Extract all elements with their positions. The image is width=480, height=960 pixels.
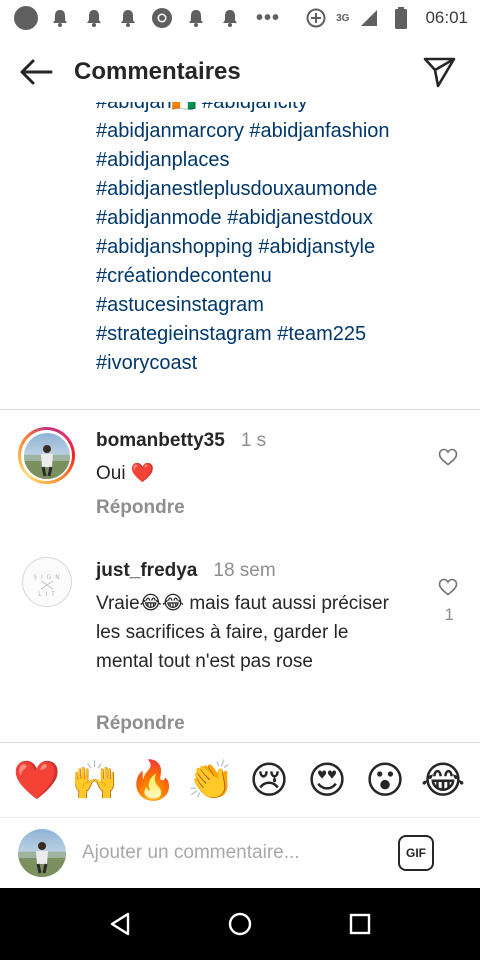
comment-composer: GIF bbox=[0, 818, 480, 888]
square-recents-icon bbox=[349, 913, 371, 935]
avatar[interactable] bbox=[18, 427, 75, 484]
hashtag-link[interactable]: #astucesinstagram bbox=[96, 294, 264, 316]
hashtag-link[interactable]: #strategieinstagram bbox=[96, 323, 272, 345]
caption-line: #abidjanestleplusdouxaumonde bbox=[96, 175, 466, 204]
like-count: 1 bbox=[444, 605, 454, 624]
caption-line: #abidjanmode #abidjanestdoux bbox=[96, 204, 466, 233]
arrow-left-icon bbox=[20, 59, 53, 85]
data-saver-icon bbox=[304, 6, 328, 30]
hashtag-link[interactable]: #abidjanmode bbox=[96, 207, 222, 229]
notification-bell-icon bbox=[218, 6, 242, 30]
page-title: Commentaires bbox=[74, 58, 241, 85]
heart-outline-icon bbox=[438, 448, 458, 466]
emoji-quick-bar: ❤️ 🙌 🔥 👏 😢 😍 😮 😂 bbox=[0, 742, 480, 818]
signal-icon bbox=[357, 6, 381, 30]
emoji-reaction-button[interactable]: ❤️ bbox=[12, 758, 62, 802]
reply-button[interactable]: Répondre bbox=[96, 713, 185, 735]
emoji-reaction-button[interactable]: 👏 bbox=[186, 758, 236, 802]
caption-line: #abidjanmarcory #abidjanfashion bbox=[96, 117, 466, 146]
hashtag-link[interactable]: #abidjanestleplusdouxaumonde bbox=[96, 178, 377, 200]
emoji-reaction-button[interactable]: 🙌 bbox=[70, 758, 120, 802]
notification-bell-icon bbox=[82, 6, 106, 30]
notification-bell-icon bbox=[184, 6, 208, 30]
avatar[interactable]: S I G N L I T bbox=[22, 557, 72, 607]
comments-list[interactable]: #abidjan🇨🇮 #abidjancity #abidjanmarcory #… bbox=[0, 102, 480, 742]
gif-button[interactable]: GIF bbox=[398, 835, 434, 871]
caption-line: #abidjanshopping #abidjanstyle bbox=[96, 233, 466, 262]
hashtag-link[interactable]: #abidjanmarcory bbox=[96, 120, 244, 142]
heart-outline-icon bbox=[438, 578, 458, 596]
notification-dot-icon bbox=[14, 6, 38, 30]
hashtag-link[interactable]: #abidjanshopping bbox=[96, 236, 253, 258]
header: Commentaires bbox=[0, 42, 480, 102]
notification-bell-icon bbox=[116, 6, 140, 30]
comment-text: Vraie😂😂 mais faut aussi préciser les sac… bbox=[96, 593, 389, 672]
network-type: 3G bbox=[336, 12, 350, 24]
hashtag-link[interactable]: #abidjanestdoux bbox=[227, 207, 373, 229]
comment-input[interactable] bbox=[82, 842, 372, 864]
like-button[interactable] bbox=[436, 575, 460, 599]
nav-recents-button[interactable] bbox=[340, 904, 380, 944]
hashtag-link[interactable]: #abidjanfashion bbox=[249, 120, 389, 142]
emoji-reaction-button[interactable]: 😢 bbox=[244, 758, 294, 802]
back-button[interactable] bbox=[16, 52, 56, 92]
nav-home-button[interactable] bbox=[220, 904, 260, 944]
post-caption: #abidjan🇨🇮 #abidjancity #abidjanmarcory #… bbox=[96, 102, 466, 378]
comment-timestamp: 1 s bbox=[240, 430, 267, 451]
hashtag-link[interactable]: #abidjanplaces bbox=[96, 149, 229, 171]
avatar bbox=[18, 829, 66, 877]
svg-text:S I G N: S I G N bbox=[33, 574, 60, 581]
caption-line: #abidjan🇨🇮 #abidjancity bbox=[96, 102, 466, 117]
emoji-reaction-button[interactable]: 🔥 bbox=[128, 758, 178, 802]
caption-line: #créationdecontenu bbox=[96, 262, 466, 291]
hashtag-link[interactable]: #abidjan🇨🇮 bbox=[96, 102, 197, 113]
comment-timestamp: 18 sem bbox=[213, 560, 276, 581]
caption-line: #ivorycoast bbox=[96, 349, 466, 378]
comment-username[interactable]: bomanbetty35 bbox=[96, 430, 225, 452]
hashtag-link[interactable]: #team225 bbox=[277, 323, 366, 345]
hashtag-link[interactable]: #ivorycoast bbox=[96, 352, 197, 374]
comment-username[interactable]: just_fredya bbox=[96, 560, 197, 582]
caption-line: #astucesinstagram bbox=[96, 291, 466, 320]
emoji-reaction-button[interactable]: 😂 bbox=[418, 758, 468, 802]
hashtag-link[interactable]: #abidjancity bbox=[202, 102, 308, 113]
comment-text: Oui ❤️ bbox=[96, 463, 155, 484]
nav-back-button[interactable] bbox=[100, 904, 140, 944]
paper-plane-icon bbox=[423, 57, 456, 88]
triangle-back-icon bbox=[110, 912, 130, 936]
svg-text:L I T: L I T bbox=[38, 591, 56, 598]
clock: 06:01 bbox=[425, 8, 468, 27]
notification-bell-icon bbox=[48, 6, 72, 30]
emoji-reaction-button[interactable]: 😍 bbox=[302, 758, 352, 802]
more-notifications-icon: ••• bbox=[256, 6, 281, 29]
status-bar: ••• 3G 06:01 bbox=[0, 0, 480, 36]
reply-button[interactable]: Répondre bbox=[96, 497, 185, 519]
caption-line: #strategieinstagram #team225 bbox=[96, 320, 466, 349]
circle-home-icon bbox=[228, 912, 252, 936]
navigation-bar bbox=[0, 888, 480, 960]
hashtag-link[interactable]: #créationdecontenu bbox=[96, 265, 272, 287]
hashtag-link[interactable]: #abidjanstyle bbox=[258, 236, 375, 258]
share-button[interactable] bbox=[420, 52, 460, 92]
chrome-icon bbox=[150, 6, 174, 30]
emoji-reaction-button[interactable]: 😮 bbox=[360, 758, 410, 802]
like-button[interactable] bbox=[436, 445, 460, 469]
caption-line: #abidjanplaces bbox=[96, 146, 466, 175]
battery-icon bbox=[389, 6, 413, 30]
caption-divider bbox=[0, 409, 480, 410]
